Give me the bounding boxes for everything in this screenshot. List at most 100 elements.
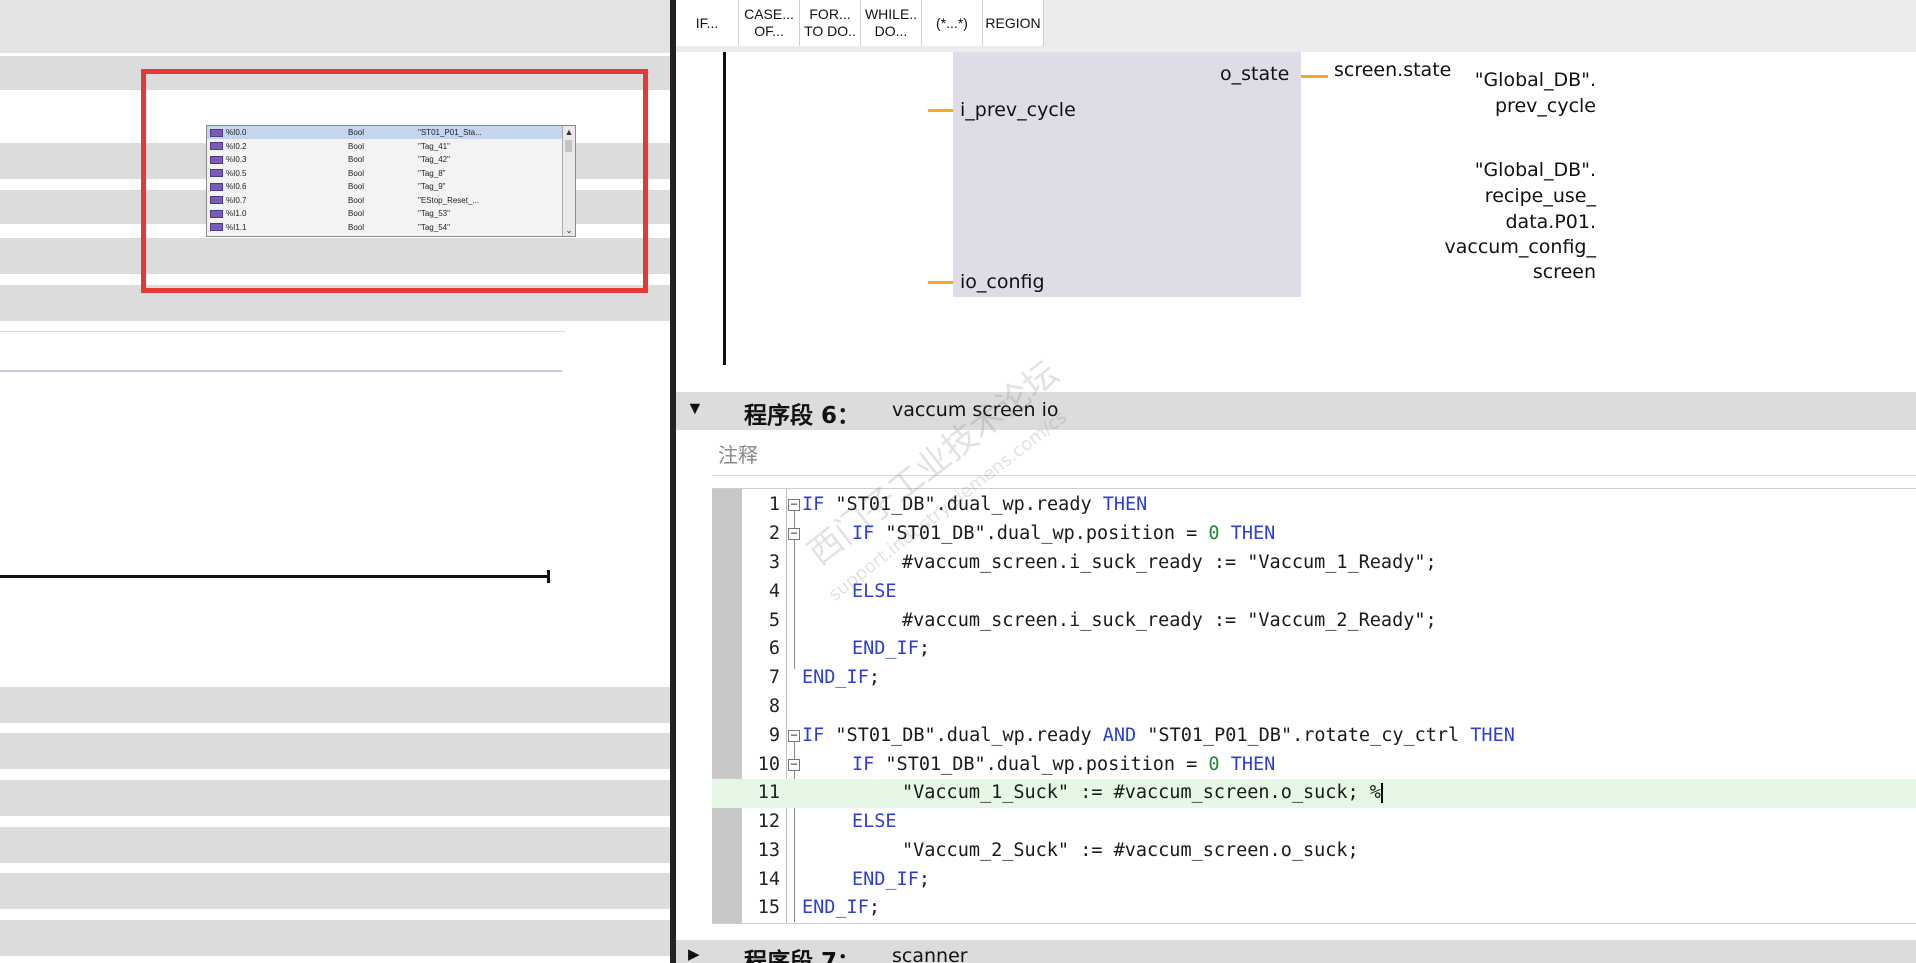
- tag-autocomplete-list[interactable]: %I0.0 Bool "ST01_P01_Sta... %I0.2 Bool "…: [206, 125, 576, 237]
- case-button[interactable]: CASE... OF...: [739, 0, 800, 46]
- line-number: 14: [757, 869, 780, 890]
- instruction-toolbar: IF... CASE... OF... FOR... TO DO.. WHILE…: [676, 0, 1916, 52]
- operand-vaccum-config[interactable]: vaccum_config_: [1445, 236, 1596, 258]
- code-line[interactable]: 2 − IF "ST01_DB".dual_wp.position = 0 TH…: [712, 520, 1916, 549]
- left-row-band: [0, 873, 670, 909]
- tag-list-item[interactable]: %I1.0 Bool "Tag_53": [207, 207, 562, 220]
- input-tag-icon: [210, 155, 223, 164]
- operand-global-db[interactable]: "Global_DB".: [1475, 159, 1596, 181]
- for-button[interactable]: FOR... TO DO..: [800, 0, 861, 46]
- tag-list-item[interactable]: %I1.1 Bool "Tag_54": [207, 221, 562, 234]
- code-text: ELSE: [852, 581, 897, 602]
- code-line[interactable]: 4 ELSE: [712, 578, 1916, 607]
- tag-list-scrollbar[interactable]: ▲ ⌄: [562, 126, 575, 236]
- expand-icon[interactable]: ▶: [688, 945, 700, 963]
- code-text: #vaccum_screen.i_suck_ready := "Vaccum_2…: [902, 610, 1437, 631]
- left-row-band: [0, 920, 670, 956]
- code-line[interactable]: 12 ELSE: [712, 808, 1916, 837]
- left-row-band: [0, 733, 670, 769]
- left-pane: %I0.0 Bool "ST01_P01_Sta... %I0.2 Bool "…: [0, 0, 670, 963]
- scl-code-editor[interactable]: 1 − IF "ST01_DB".dual_wp.ready THEN 2 − …: [712, 488, 1916, 924]
- ladder-wire-end: [547, 570, 550, 583]
- tag-address: %I0.7: [226, 195, 247, 205]
- code-line[interactable]: 5 #vaccum_screen.i_suck_ready := "Vaccum…: [712, 607, 1916, 636]
- line-number: 4: [768, 581, 780, 602]
- segment-label: 程序段 6：: [744, 403, 861, 429]
- while-button[interactable]: WHILE.. DO...: [861, 0, 922, 46]
- left-row-band: [0, 780, 670, 816]
- code-line[interactable]: 10 − IF "ST01_DB".dual_wp.position = 0 T…: [712, 751, 1916, 780]
- code-line[interactable]: 9 − IF "ST01_DB".dual_wp.ready AND "ST01…: [712, 722, 1916, 751]
- tag-list-item[interactable]: %I0.5 Bool "Tag_8": [207, 167, 562, 180]
- tag-list-item[interactable]: %I0.7 Bool "EStop_Reset_...: [207, 194, 562, 207]
- segment-label: 程序段 7：: [744, 949, 861, 963]
- tag-list-item[interactable]: %I0.0 Bool "ST01_P01_Sta...: [207, 126, 562, 140]
- code-text: END_IF;: [852, 638, 930, 659]
- scroll-up-icon[interactable]: ▲: [563, 126, 575, 138]
- code-line[interactable]: 15 END_IF;: [712, 894, 1916, 923]
- segment-header[interactable]: ▼ 程序段 6： vaccum screen io: [676, 392, 1916, 430]
- operand-data-p01[interactable]: data.P01.: [1505, 211, 1596, 233]
- segment-header[interactable]: ▶ 程序段 7： scanner: [676, 940, 1916, 963]
- line-number: 9: [768, 725, 780, 746]
- tag-name: "Tag_54": [418, 222, 450, 232]
- tag-list-item[interactable]: %I0.6 Bool "Tag_9": [207, 180, 562, 193]
- operand-recipe-use[interactable]: recipe_use_: [1485, 185, 1596, 207]
- left-row-band: [0, 827, 670, 863]
- segment-title[interactable]: vaccum screen io: [892, 399, 1058, 421]
- code-line[interactable]: 14 END_IF;: [712, 866, 1916, 895]
- tag-name: "Tag_53": [418, 209, 450, 219]
- operand-screen-state[interactable]: screen.state: [1334, 59, 1451, 81]
- collapse-icon[interactable]: ▼: [686, 398, 704, 419]
- left-row-band: [0, 687, 670, 723]
- comment-button[interactable]: (*...*): [922, 0, 983, 46]
- region-button[interactable]: REGION: [983, 0, 1044, 46]
- fold-icon[interactable]: −: [788, 498, 800, 511]
- code-line[interactable]: 13 "Vaccum_2_Suck" := #vaccum_screen.o_s…: [712, 837, 1916, 866]
- code-line[interactable]: 1 − IF "ST01_DB".dual_wp.ready THEN: [712, 491, 1916, 520]
- line-number: 15: [757, 897, 780, 918]
- wire: [1301, 75, 1328, 78]
- code-text: END_IF;: [802, 667, 880, 688]
- tag-list-item[interactable]: %I0.3 Bool "Tag_42": [207, 153, 562, 166]
- line-number: 6: [768, 638, 780, 659]
- tag-name: "EStop_Reset_...: [418, 195, 480, 205]
- tag-address: %I1.1: [226, 222, 247, 232]
- operand-global-db[interactable]: "Global_DB".: [1475, 69, 1596, 91]
- tag-list-item[interactable]: %I0.2 Bool "Tag_41": [207, 140, 562, 153]
- tag-name: "Tag_41": [418, 141, 450, 151]
- code-line[interactable]: 7 END_IF;: [712, 664, 1916, 693]
- tag-type: Bool: [348, 195, 365, 205]
- tag-address: %I0.0: [226, 128, 247, 138]
- tag-name: "Tag_8": [418, 168, 446, 178]
- tag-type: Bool: [348, 141, 365, 151]
- code-line-current[interactable]: 11 "Vaccum_1_Suck" := #vaccum_screen.o_s…: [712, 779, 1916, 808]
- operand-screen[interactable]: screen: [1533, 261, 1596, 283]
- operand-prev-cycle[interactable]: prev_cycle: [1495, 95, 1596, 117]
- region-button-label: REGION: [985, 14, 1041, 31]
- fold-icon[interactable]: −: [788, 729, 800, 742]
- if-button[interactable]: IF...: [676, 0, 739, 46]
- code-line[interactable]: 8: [712, 693, 1916, 722]
- while-button-label: DO...: [874, 23, 908, 39]
- code-text: IF "ST01_DB".dual_wp.ready THEN: [802, 494, 1148, 515]
- input-tag-icon: [210, 169, 223, 178]
- line-number: 11: [757, 782, 780, 803]
- code-line[interactable]: 6 END_IF;: [712, 635, 1916, 664]
- function-block-instance[interactable]: [953, 52, 1301, 297]
- code-text: ELSE: [852, 811, 897, 832]
- code-line[interactable]: 3 #vaccum_screen.i_suck_ready := "Vaccum…: [712, 549, 1916, 578]
- tag-type: Bool: [348, 222, 365, 232]
- for-button-label: TO DO..: [804, 23, 856, 39]
- segment-comment-field[interactable]: 注释: [712, 433, 1916, 476]
- if-button-label: IF...: [695, 14, 719, 31]
- scroll-thumb[interactable]: [565, 140, 572, 152]
- segment-title[interactable]: scanner: [892, 945, 968, 963]
- fold-icon[interactable]: −: [788, 758, 800, 771]
- pin-io-config: io_config: [960, 271, 1045, 293]
- fold-icon[interactable]: −: [788, 527, 800, 540]
- code-text: IF "ST01_DB".dual_wp.position = 0 THEN: [852, 754, 1276, 775]
- scroll-down-icon[interactable]: ⌄: [563, 224, 575, 236]
- tag-address: %I1.0: [226, 209, 247, 219]
- line-number: 12: [757, 811, 780, 832]
